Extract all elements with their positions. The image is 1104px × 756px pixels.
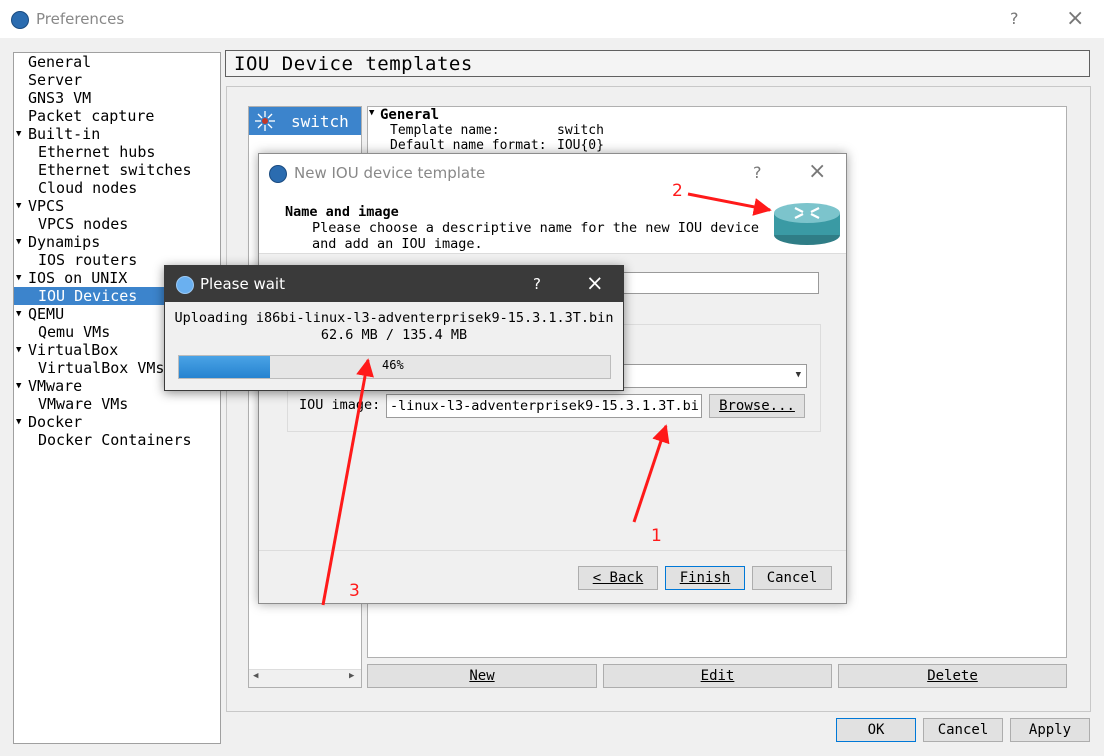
annotation-arrow-3 <box>321 358 374 606</box>
annotation-label-3: 3 <box>349 581 360 601</box>
annotation-arrow-1 <box>632 424 670 523</box>
annotation-arrows <box>321 192 772 606</box>
annotation-arrow-2 <box>687 192 772 216</box>
annotation-label-1: 1 <box>651 526 662 546</box>
annotation-label-2: 2 <box>672 181 683 201</box>
